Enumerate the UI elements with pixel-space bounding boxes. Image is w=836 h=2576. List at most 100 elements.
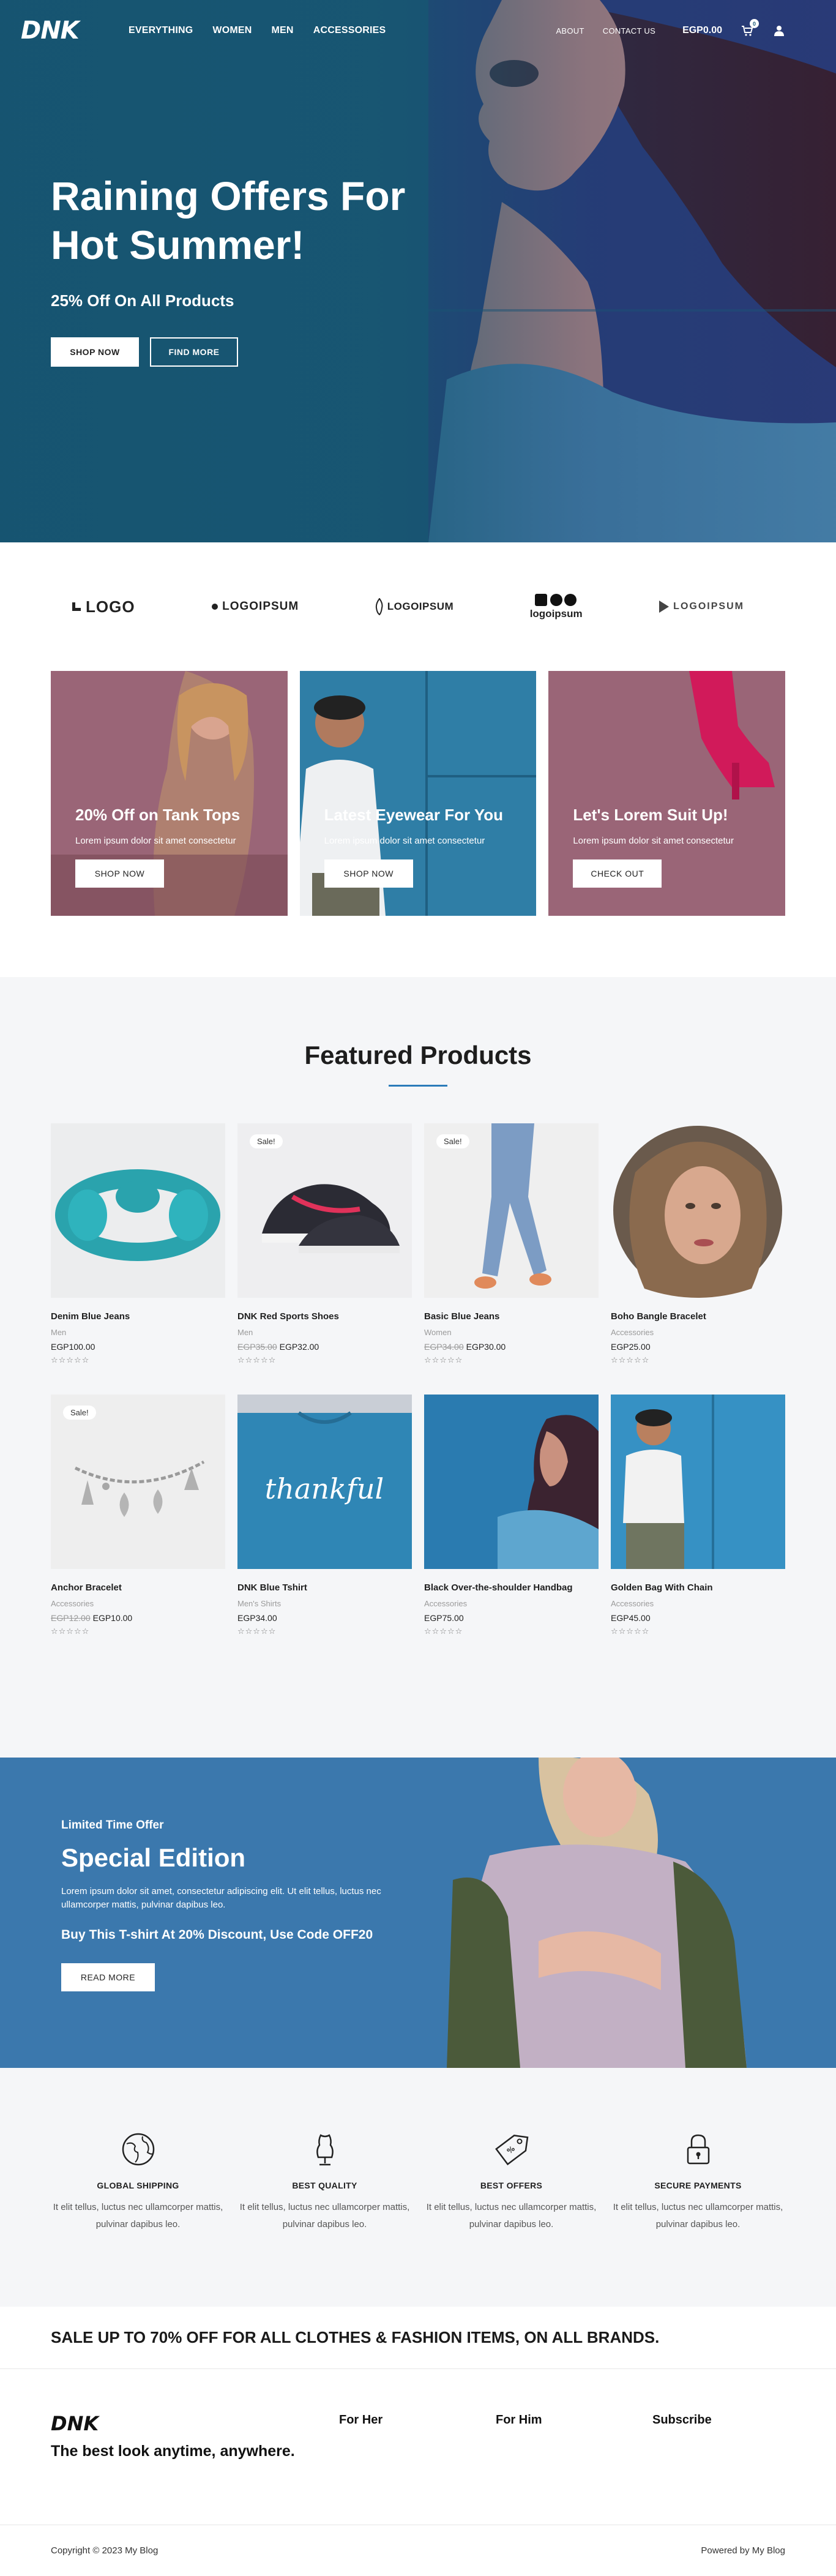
product-price: EGP34.00 <box>237 1613 412 1623</box>
product-rating-stars: ☆☆☆☆☆ <box>51 1627 90 1636</box>
feature-text: It elit tellus, luctus nec ullamcorper m… <box>53 2202 223 2230</box>
product-name[interactable]: Denim Blue Jeans <box>51 1311 225 1322</box>
nav-accessories[interactable]: ACCESSORIES <box>313 25 386 36</box>
product-price: EGP100.00 <box>51 1342 225 1352</box>
product-price: EGP35.00 EGP32.00 <box>237 1342 412 1352</box>
hero-buttons: SHOP NOW FIND MORE <box>51 337 442 367</box>
product-image[interactable] <box>51 1123 225 1298</box>
product-card[interactable]: Golden Bag With Chain Accessories EGP45.… <box>611 1395 785 1666</box>
product-category[interactable]: Men <box>237 1328 412 1337</box>
product-rating-stars: ☆☆☆☆☆ <box>237 1355 277 1365</box>
product-category[interactable]: Women <box>424 1328 599 1337</box>
nav-women[interactable]: WOMEN <box>212 25 252 36</box>
powered-by-link[interactable]: Powered by My Blog <box>701 2545 785 2556</box>
nav-contact-us[interactable]: CONTACT US <box>603 26 655 36</box>
hero-content: Raining Offers For Hot Summer! 25% Off O… <box>51 171 442 367</box>
product-name[interactable]: DNK Red Sports Shoes <box>237 1311 412 1322</box>
promo-title: Latest Eyewear For You <box>324 806 504 824</box>
product-card[interactable]: thankful DNK Blue Tshirt Men's Shirts EG… <box>237 1395 412 1666</box>
read-more-button[interactable]: READ MORE <box>61 1963 155 1991</box>
product-card[interactable]: Boho Bangle Bracelet Accessories EGP25.0… <box>611 1123 785 1395</box>
promo-card-suit-up[interactable]: Let's Lorem Suit Up! Lorem ipsum dolor s… <box>548 671 786 916</box>
product-name[interactable]: Anchor Bracelet <box>51 1582 225 1593</box>
partner-logo-3-text: LOGOIPSUM <box>387 601 454 612</box>
promo-text: Lorem ipsum dolor sit amet consectetur <box>324 836 485 846</box>
product-category[interactable]: Accessories <box>51 1599 225 1608</box>
product-current-price: EGP75.00 <box>424 1613 464 1623</box>
product-price: EGP12.00 EGP10.00 <box>51 1613 225 1623</box>
site-logo[interactable]: DNK <box>21 17 106 45</box>
product-card[interactable]: Sale! Anchor Bracelet Accessories EGP12.… <box>51 1395 225 1666</box>
globe-icon <box>122 2133 154 2166</box>
feature-best-quality: BEST QUALITY It elit tellus, luctus nec … <box>237 2132 412 2307</box>
blue-jeans-photo <box>424 1123 599 1298</box>
cart-total[interactable]: EGP0.00 <box>682 25 722 36</box>
secondary-menu: ABOUT CONTACT US EGP0.00 0 <box>556 19 786 37</box>
nav-men[interactable]: MEN <box>272 25 294 36</box>
product-old-price: EGP35.00 <box>237 1342 277 1352</box>
promo-card-eyewear[interactable]: Latest Eyewear For You Lorem ipsum dolor… <box>299 671 537 916</box>
featured-products-title: Featured Products <box>304 1041 532 1069</box>
feature-text: It elit tellus, luctus nec ullamcorper m… <box>239 2202 410 2230</box>
product-current-price: EGP25.00 <box>611 1342 651 1352</box>
product-old-price: EGP34.00 <box>424 1342 464 1352</box>
title-underline <box>389 1085 447 1087</box>
product-current-price: EGP32.00 <box>279 1342 319 1352</box>
promo-check-out-button[interactable]: CHECK OUT <box>573 859 662 888</box>
promo-shop-now-button[interactable]: SHOP NOW <box>324 859 413 888</box>
shop-now-button[interactable]: SHOP NOW <box>51 337 139 367</box>
product-image[interactable] <box>611 1123 785 1298</box>
product-category[interactable]: Men's Shirts <box>237 1599 412 1608</box>
product-category[interactable]: Accessories <box>611 1599 785 1608</box>
product-name[interactable]: Boho Bangle Bracelet <box>611 1311 785 1322</box>
brand-logos-strip: LOGO LOGOIPSUM LOGOIPSUM logoipsum LOGOI… <box>0 542 836 671</box>
partner-logo-4-text: logoipsum <box>529 608 583 620</box>
promo-card-tank-tops[interactable]: 20% Off on Tank Tops Lorem ipsum dolor s… <box>51 671 288 916</box>
product-image[interactable]: Sale! <box>51 1395 225 1569</box>
feature-title: BEST OFFERS <box>480 2181 543 2190</box>
golden-bag-model-photo <box>611 1395 785 1569</box>
feature-title: BEST QUALITY <box>292 2181 357 2190</box>
special-title: Special Edition <box>61 1843 246 1872</box>
partner-logo-5-text: LOGOIPSUM <box>673 601 744 612</box>
special-offer-text: Buy This T-shirt At 20% Discount, Use Co… <box>61 1928 373 1942</box>
partner-logo-2-text: LOGOIPSUM <box>222 600 299 613</box>
product-category[interactable]: Men <box>51 1328 225 1337</box>
svg-text:%: % <box>505 2144 516 2155</box>
product-card[interactable]: Sale! DNK Red Sports Shoes Men EGP35.00 E… <box>237 1123 412 1395</box>
product-image[interactable]: thankful <box>237 1395 412 1569</box>
nav-about[interactable]: ABOUT <box>556 26 584 36</box>
nav-everything[interactable]: EVERYTHING <box>129 25 193 36</box>
promo-body: Let's Lorem Suit Up! Lorem ipsum dolor s… <box>573 806 734 888</box>
product-image[interactable]: Sale! <box>237 1123 412 1298</box>
product-image[interactable] <box>424 1395 599 1569</box>
find-more-button[interactable]: FIND MORE <box>150 337 238 367</box>
handbag-model-photo <box>424 1395 599 1569</box>
product-card[interactable]: Denim Blue Jeans Men EGP100.00 ☆☆☆☆☆ <box>51 1123 225 1395</box>
product-name[interactable]: Black Over-the-shoulder Handbag <box>424 1582 599 1593</box>
product-current-price: EGP30.00 <box>466 1342 506 1352</box>
product-current-price: EGP34.00 <box>237 1613 277 1623</box>
product-image[interactable] <box>611 1395 785 1569</box>
price-tag-icon: % <box>495 2135 528 2166</box>
copyright-text: Copyright © 2023 My Blog <box>51 2545 159 2556</box>
promo-body: 20% Off on Tank Tops Lorem ipsum dolor s… <box>75 806 240 888</box>
product-rating-stars: ☆☆☆☆☆ <box>51 1355 90 1365</box>
main-menu: EVERYTHING WOMEN MEN ACCESSORIES <box>129 25 386 36</box>
cart-icon[interactable]: 0 <box>741 19 759 37</box>
feature-title: SECURE PAYMENTS <box>654 2181 742 2190</box>
product-card[interactable]: Sale! Basic Blue Jeans Women EGP34.00 EGP… <box>424 1123 599 1395</box>
product-category[interactable]: Accessories <box>424 1599 599 1608</box>
partner-logo-1: LOGO <box>71 597 135 616</box>
user-account-icon[interactable] <box>772 24 786 37</box>
product-card[interactable]: Black Over-the-shoulder Handbag Accessor… <box>424 1395 599 1666</box>
product-name[interactable]: Basic Blue Jeans <box>424 1311 599 1322</box>
promo-text: Lorem ipsum dolor sit amet consectetur <box>75 836 236 846</box>
product-category[interactable]: Accessories <box>611 1328 785 1337</box>
product-name[interactable]: DNK Blue Tshirt <box>237 1582 412 1593</box>
product-name[interactable]: Golden Bag With Chain <box>611 1582 785 1593</box>
promo-shop-now-button[interactable]: SHOP NOW <box>75 859 164 888</box>
product-image[interactable]: Sale! <box>424 1123 599 1298</box>
footer-logo[interactable]: DNK <box>51 2412 99 2435</box>
hero-section: DNK EVERYTHING WOMEN MEN ACCESSORIES ABO… <box>0 0 836 542</box>
